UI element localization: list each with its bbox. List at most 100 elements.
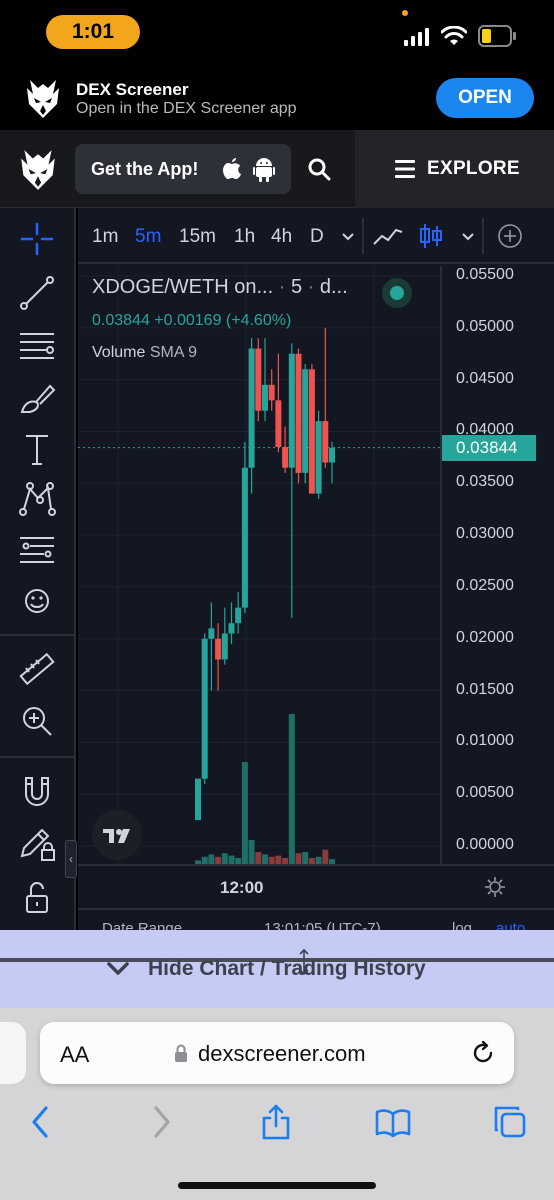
safari-toolbar: AA dexscreener.com: [0, 1008, 554, 1200]
text-tool-icon[interactable]: [16, 428, 58, 470]
fibonacci-tool-icon[interactable]: [16, 530, 58, 572]
timeframe-d[interactable]: D: [310, 226, 324, 248]
timeframe-15m[interactable]: 15m: [179, 226, 216, 248]
status-time: 1:01: [46, 15, 140, 49]
dex-screener-logo-icon[interactable]: [18, 148, 58, 192]
chart-settings-icon[interactable]: [484, 876, 506, 898]
timeframe-1m[interactable]: 1m: [92, 226, 118, 248]
unlock-icon[interactable]: [16, 876, 58, 918]
lock-drawings-icon[interactable]: [16, 822, 58, 864]
reload-icon[interactable]: [470, 1040, 496, 1066]
interval-label: 5: [290, 276, 303, 298]
candle-body: [235, 607, 242, 624]
volume-bar: [208, 854, 215, 864]
banner-title: DEX Screener: [76, 80, 189, 99]
price-axis-label: 0.00500: [456, 784, 514, 802]
volume-bar: [262, 854, 268, 864]
volume-label: Volume: [92, 344, 146, 361]
chevron-down-icon[interactable]: [460, 222, 476, 250]
trend-line-tool-icon[interactable]: [16, 272, 58, 314]
candle-body: [248, 348, 255, 468]
tradingview-logo-icon[interactable]: [92, 810, 142, 860]
zoom-in-icon[interactable]: [16, 700, 58, 742]
market-status-dot: [382, 278, 412, 308]
pattern-tool-icon[interactable]: [16, 478, 58, 520]
collapse-toolbar-button[interactable]: ‹: [65, 840, 77, 878]
time-axis-label: 12:00: [220, 878, 264, 897]
chart-legend-title: XDOGE/WETH on... · 5 · d...: [92, 276, 348, 298]
log-toggle[interactable]: log: [452, 920, 472, 930]
candle-body: [282, 447, 289, 468]
back-arrow-icon[interactable]: [28, 1104, 52, 1140]
horizontal-lines-tool-icon[interactable]: [16, 324, 58, 366]
volume-bar: [322, 849, 329, 864]
previous-tab-preview[interactable]: [0, 1022, 26, 1084]
explore-button[interactable]: EXPLORE: [355, 130, 554, 208]
volume-bar: [295, 853, 302, 864]
candle-body: [268, 384, 275, 401]
candle-body: [201, 638, 208, 779]
tabs-icon[interactable]: [492, 1104, 528, 1140]
address-bar[interactable]: AA dexscreener.com: [40, 1022, 514, 1084]
timeframe-5m[interactable]: 5m: [135, 226, 161, 248]
price-axis-label: 0.05500: [456, 266, 514, 283]
search-icon[interactable]: [307, 157, 331, 181]
volume-bar: [302, 852, 309, 864]
auto-toggle[interactable]: auto: [496, 920, 525, 930]
forward-arrow-icon[interactable]: [150, 1104, 174, 1140]
price-axis[interactable]: 0.03844 0.05500 0.05000 0.04500 0.04000 0.03…: [440, 266, 554, 864]
wifi-icon: [441, 26, 467, 45]
toolbar-divider: [362, 218, 364, 254]
time-axis[interactable]: 12:00: [78, 864, 554, 908]
add-indicator-icon[interactable]: [496, 222, 524, 250]
ruler-tool-icon[interactable]: [16, 648, 58, 690]
brush-tool-icon[interactable]: [16, 376, 58, 418]
url-text: dexscreener.com: [198, 1041, 366, 1066]
price-axis-label: 0.00000: [456, 836, 514, 853]
chart-bottom-bar: Date Range 13:01:05 (UTC-7) log auto: [78, 908, 554, 930]
banner-subtitle: Open in the DEX Screener app: [76, 100, 297, 117]
privacy-indicator-dot: [402, 10, 408, 16]
open-app-button[interactable]: OPEN: [436, 78, 534, 118]
resize-arrows-icon[interactable]: [297, 948, 311, 976]
timeframe-1h[interactable]: 1h: [234, 226, 255, 248]
volume-bar: [315, 856, 322, 864]
lock-icon: [175, 1044, 187, 1062]
date-range-label[interactable]: Date Range: [102, 920, 182, 930]
candlestick-chart-icon[interactable]: [418, 222, 444, 250]
price-axis-label: 0.01000: [456, 732, 514, 750]
chevron-down-icon[interactable]: [340, 222, 356, 250]
bookmarks-icon[interactable]: [374, 1104, 412, 1140]
volume-legend: Volume SMA 9: [92, 344, 197, 362]
price-axis-label: 0.03000: [456, 525, 514, 543]
home-indicator: [178, 1182, 376, 1189]
candle-body: [221, 633, 228, 660]
volume-bar: [241, 762, 248, 864]
timeframe-4h[interactable]: 4h: [271, 226, 292, 248]
crosshair-tool-icon[interactable]: [16, 218, 58, 260]
hide-chart-bar[interactable]: Hide Chart / Trading History: [0, 930, 554, 1008]
menu-icon: [395, 160, 415, 178]
price-axis-label: 0.04500: [456, 369, 514, 387]
candle-body: [195, 778, 201, 821]
price-axis-label: 0.05000: [456, 317, 514, 335]
volume-bar: [288, 714, 295, 864]
emoji-tool-icon[interactable]: [16, 580, 58, 622]
line-chart-icon[interactable]: [372, 222, 404, 250]
candle-body: [308, 369, 315, 494]
candle-body: [255, 348, 262, 411]
candle-body: [208, 628, 215, 639]
drawing-toolbar: ‹: [0, 208, 77, 930]
price-axis-label: 0.02500: [456, 576, 514, 594]
magnet-icon[interactable]: [16, 770, 58, 812]
toolbar-divider: [0, 634, 74, 636]
get-the-app-button[interactable]: Get the App!: [75, 144, 291, 194]
share-icon[interactable]: [260, 1104, 292, 1140]
price-axis-label: 0.03500: [456, 473, 514, 491]
dex-screener-logo-icon: [27, 80, 59, 118]
candle-body: [215, 638, 222, 660]
candle-body: [288, 353, 295, 468]
candle-body: [322, 421, 329, 463]
reader-options-button[interactable]: AA: [60, 1042, 89, 1068]
site-header: Get the App! EXPLORE: [0, 130, 554, 208]
